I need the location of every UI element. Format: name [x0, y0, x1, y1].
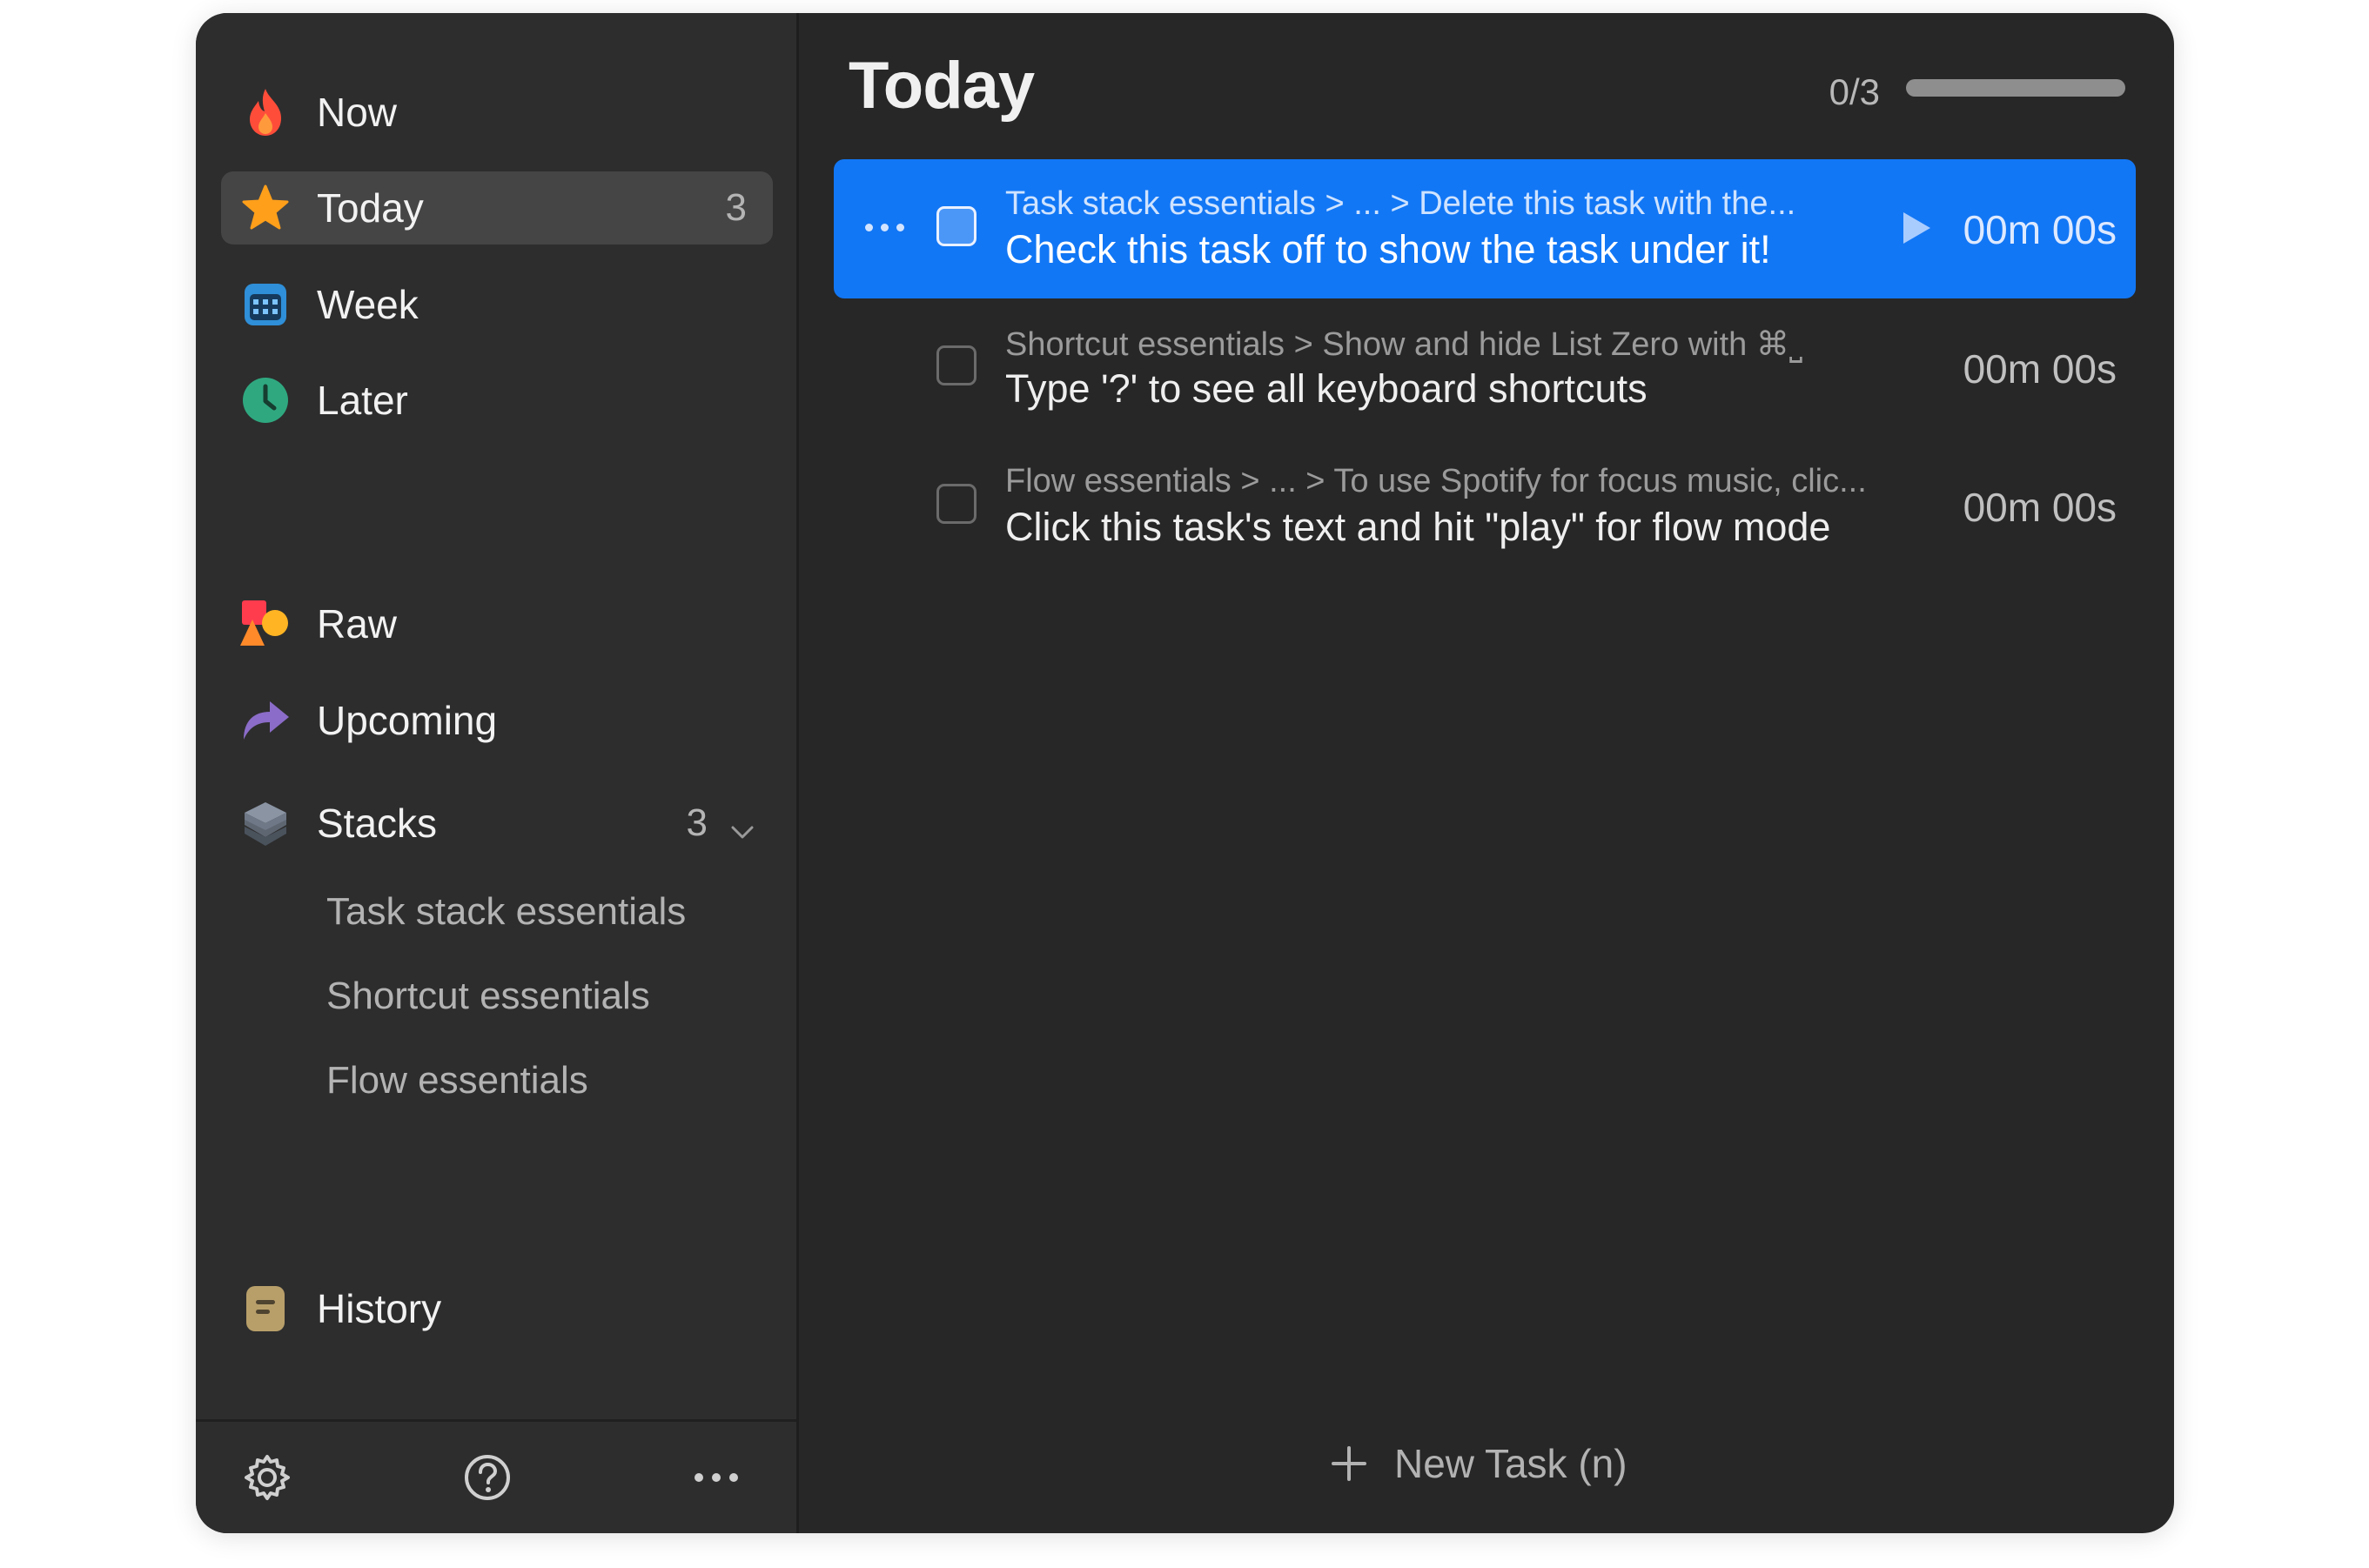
task-title[interactable]: Check this task off to show the task und…	[1005, 227, 1771, 272]
stack-item-task-stack-essentials[interactable]: Task stack essentials	[326, 890, 686, 934]
task-more-icon[interactable]	[865, 214, 914, 240]
sidebar-item-raw[interactable]: Raw	[221, 587, 773, 660]
calendar-icon	[240, 279, 291, 330]
forward-arrow-icon	[240, 695, 291, 746]
sidebar-footer	[196, 1419, 796, 1533]
task-checkbox[interactable]	[936, 484, 976, 524]
flame-icon	[240, 87, 291, 137]
sidebar-item-label: Upcoming	[317, 698, 498, 743]
more-icon[interactable]	[690, 1451, 742, 1504]
star-icon	[240, 183, 291, 233]
sidebar-item-week[interactable]: Week	[221, 268, 773, 341]
main-panel: Today 0/3 Task stack essentials > ... > …	[799, 13, 2174, 1533]
sidebar-item-upcoming[interactable]: Upcoming	[221, 684, 773, 757]
sidebar-item-label: Later	[317, 378, 408, 423]
page-title: Today	[849, 49, 1035, 123]
task-row[interactable]: Flow essentials > ... > To use Spotify f…	[834, 437, 2136, 576]
sidebar-item-stacks[interactable]: Stacks 3	[221, 787, 773, 860]
task-timer: 00m 00s	[1963, 346, 2117, 392]
sidebar-item-now[interactable]: Now	[221, 76, 773, 149]
app-window: Now Today 3 Week Later Raw Upcoming Stac…	[196, 13, 2174, 1533]
progress-label: 0/3	[1829, 71, 1880, 112]
task-checkbox[interactable]	[936, 345, 976, 385]
layers-icon	[240, 798, 291, 848]
play-icon[interactable]	[1900, 210, 1933, 246]
sidebar: Now Today 3 Week Later Raw Upcoming Stac…	[196, 13, 799, 1533]
new-task-button[interactable]: New Task (n)	[1330, 1440, 1627, 1487]
task-path: Flow essentials > ... > To use Spotify f…	[1005, 463, 1867, 499]
task-row[interactable]: Task stack essentials > ... > Delete thi…	[834, 159, 2136, 298]
task-checkbox[interactable]	[936, 206, 976, 246]
task-title[interactable]: Type '?' to see all keyboard shortcuts	[1005, 366, 1648, 412]
task-timer: 00m 00s	[1963, 485, 2117, 530]
sidebar-item-label: Raw	[317, 601, 398, 647]
task-path: Task stack essentials > ... > Delete thi…	[1005, 185, 1796, 222]
task-title[interactable]: Click this task's text and hit "play" fo…	[1005, 505, 1830, 550]
stack-item-flow-essentials[interactable]: Flow essentials	[326, 1059, 588, 1102]
plus-icon	[1330, 1444, 1368, 1483]
stacks-count-badge: 3	[686, 801, 708, 844]
progress-bar	[1906, 79, 2125, 97]
sidebar-item-label: Stacks	[317, 801, 438, 846]
sidebar-item-today[interactable]: Today 3	[221, 171, 773, 245]
sidebar-item-label: History	[317, 1286, 442, 1331]
clock-icon	[240, 375, 291, 426]
journal-icon	[240, 1283, 291, 1334]
chevron-down-icon[interactable]	[728, 809, 757, 839]
sidebar-item-history[interactable]: History	[221, 1272, 773, 1345]
shapes-icon	[240, 599, 291, 649]
sidebar-item-label: Now	[317, 90, 398, 135]
sidebar-item-label: Week	[317, 282, 419, 327]
task-timer: 00m 00s	[1963, 207, 2117, 252]
task-path: Shortcut essentials > Show and hide List…	[1005, 326, 1803, 363]
new-task-label: New Task (n)	[1394, 1441, 1627, 1486]
question-icon[interactable]	[461, 1451, 513, 1504]
gear-icon[interactable]	[241, 1451, 293, 1504]
task-row[interactable]: Shortcut essentials > Show and hide List…	[834, 298, 2136, 438]
today-count-badge: 3	[725, 186, 747, 229]
sidebar-item-label: Today	[317, 185, 424, 231]
sidebar-item-later[interactable]: Later	[221, 364, 773, 437]
stack-item-shortcut-essentials[interactable]: Shortcut essentials	[326, 975, 650, 1018]
